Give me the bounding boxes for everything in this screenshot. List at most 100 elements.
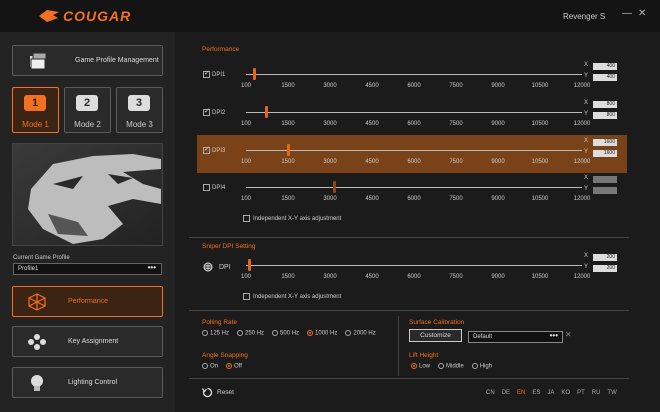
nav-lighting-control[interactable]: Lighting Control [12,367,163,398]
polling-rate-option[interactable]: 500 Hz [272,330,299,337]
language-option[interactable]: KO [561,390,570,396]
performance-section-title: Performance [202,46,240,53]
dpi3-row-label: DPI3 [203,145,225,154]
customize-button[interactable]: Customize [409,329,462,342]
radio-icon [411,363,417,369]
tick-label: 6000 [407,196,421,202]
language-option[interactable]: EN [517,390,525,396]
dpi3-x-value[interactable]: 1600 [593,139,617,146]
dpi4-checkbox[interactable] [203,184,210,191]
angle-snapping-option[interactable]: On [202,363,218,370]
tick-label: 100 [240,274,252,280]
dpi2-checkbox[interactable] [203,107,210,116]
angle-snapping-options: On Off [202,363,242,370]
polling-rate-option-label: 250 Hz [245,330,265,337]
tick-label: 7500 [449,159,463,165]
tick-label: 100 [240,196,252,202]
dpi1-y-label: Y [584,73,589,79]
main-panel: Performance DPI1 100 1500 3000 4500 6000 7500 9… [189,32,660,412]
dpi2-y-label: Y [584,111,589,117]
tick-label: 7500 [449,83,463,89]
dpi4-x-value[interactable]: 3200 [593,176,617,183]
language-option[interactable]: CN [486,390,495,396]
reset-button[interactable]: Reset [202,387,234,398]
dpi4-slider-handle[interactable] [332,181,336,193]
polling-rate-option[interactable]: 125 Hz [202,330,229,337]
mode-3-button[interactable]: 3 Mode 3 [116,87,163,133]
current-profile-dropdown[interactable]: Profile1 ••• [13,263,162,275]
polling-rate-option[interactable]: 1000 Hz [307,330,337,337]
tick-label: 100 [240,159,252,165]
dpi2-label: DPI2 [212,109,226,116]
tick-label: 9000 [491,274,505,280]
language-option[interactable]: RU [592,390,601,396]
language-option[interactable]: TW [607,390,616,396]
dpi1-checkbox[interactable] [203,69,210,78]
polling-rate-option[interactable]: 250 Hz [237,330,264,337]
independent-xy-checkbox[interactable]: Independent X-Y axis adjustment [243,215,341,222]
dpi3-slider-handle[interactable] [287,144,291,156]
dpi1-row-label: DPI1 [203,69,225,78]
dpi1-x-value[interactable]: 400 [593,63,617,70]
section-divider [189,237,629,238]
sniper-dpi-y-value[interactable]: 200 [593,265,617,272]
dpi2-y-value[interactable]: 800 [593,112,617,119]
tick-label: 10500 [531,196,549,202]
current-profile-value: Profile1 [18,266,39,272]
angle-snapping-option-label: Off [234,363,242,370]
radio-icon [345,330,352,336]
nav-performance[interactable]: Performance [12,286,163,317]
dpi3-y-value[interactable]: 1600 [593,150,617,157]
dpi4-y-value[interactable]: 3200 [593,187,617,194]
tick-label: 9000 [491,159,505,165]
checkbox-icon [243,293,250,300]
tick-label: 9000 [491,83,505,89]
sniper-dpi-x-value[interactable]: 200 [593,254,617,261]
polling-rate-option[interactable]: 2000 Hz [345,330,376,337]
polling-rate-option-label: 500 Hz [280,330,300,337]
radio-icon [307,330,314,336]
lift-height-title: Lift Height [409,352,439,359]
language-option[interactable]: PT [577,390,585,396]
dpi2-slider-handle[interactable] [264,106,268,118]
lift-height-option[interactable]: Low [411,363,430,370]
mode-2-button[interactable]: 2 Mode 2 [64,87,111,133]
independent-xy-label: Independent X-Y axis adjustment [253,215,342,222]
language-option[interactable]: DE [502,390,510,396]
radio-icon [471,363,478,369]
lift-height-option[interactable]: Middle [438,363,464,370]
selected-dpi-highlight [197,135,627,173]
dpi1-x-label: X [584,62,589,68]
dpi3-checkbox[interactable] [203,145,210,154]
brand-name: COUGAR [63,8,132,24]
sniper-dpi-slider-track[interactable] [246,265,582,266]
surface-dropdown[interactable]: Default ••• [468,331,563,343]
dpi1-slider-track[interactable] [246,74,582,75]
language-option[interactable]: ES [532,390,540,396]
dpi3-slider-track[interactable] [246,150,582,151]
close-button[interactable]: ✕ [638,9,646,19]
dpi4-slider-track[interactable] [246,187,582,188]
sniper-dpi-slider-handle[interactable] [247,259,251,271]
angle-snapping-option[interactable]: Off [226,363,242,370]
lift-height-option[interactable]: High [471,363,492,370]
clear-surface-button[interactable]: ✕ [565,330,572,339]
sniper-independent-xy-checkbox[interactable]: Independent X-Y axis adjustment [243,293,341,300]
dpi2-x-value[interactable]: 800 [593,101,617,108]
surface-calibration-title: Surface Calibration [409,319,465,326]
mode-3-label: Mode 3 [126,120,153,129]
polling-rate-option-label: 125 Hz [210,330,230,337]
dpi3-tick-labels: 100 1500 3000 4500 6000 7500 9000 10500 12000 [235,159,590,166]
dpi1-y-value[interactable]: 400 [593,74,617,81]
cougar-artwork-image [12,143,163,246]
dpi2-slider-track[interactable] [246,112,582,113]
radio-icon [202,330,208,336]
dpi3-x-label: X [584,138,589,144]
device-title: Revenger S [563,12,606,21]
language-option[interactable]: JA [547,390,554,396]
minimize-button[interactable]: — [622,9,632,19]
nav-key-assignment[interactable]: Key Assignment [12,326,163,357]
mode-1-button[interactable]: 1 Mode 1 [12,87,59,133]
game-profile-management-button[interactable]: Game Profile Management [12,45,163,76]
language-selector: CN DE EN ES JA KO PT RU TW [486,390,617,396]
